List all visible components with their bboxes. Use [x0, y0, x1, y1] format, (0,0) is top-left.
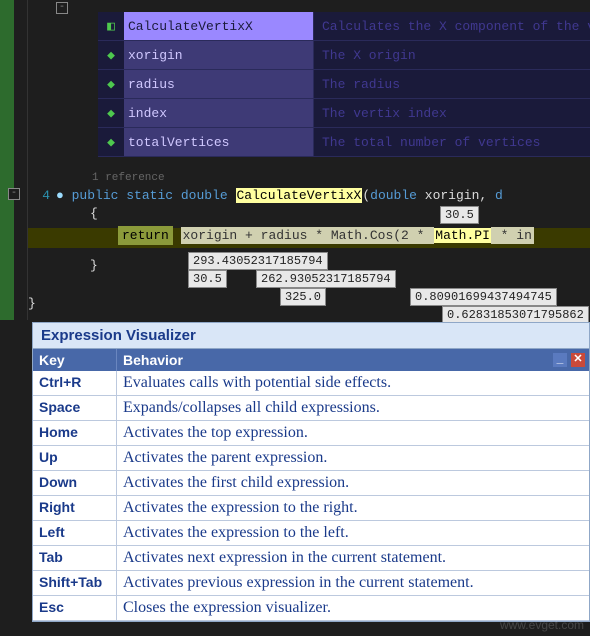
visualizer-title: Expression Visualizer: [33, 323, 589, 349]
line-number: 4: [30, 188, 50, 203]
debug-value-tooltip: 0.80901699437494745: [410, 288, 557, 306]
shortcut-key: Up: [33, 446, 117, 470]
codelens-references[interactable]: 1 reference: [92, 172, 165, 184]
shortcut-behavior: Activates the top expression.: [117, 421, 589, 445]
field-icon: ◆: [98, 77, 124, 92]
expression-visualizer-panel: Expression Visualizer Key Behavior _ ✕ C…: [32, 322, 590, 622]
visualizer-row: TabActivates next expression in the curr…: [33, 546, 589, 571]
close-brace: }: [90, 258, 98, 273]
intellisense-description: The total number of vertices: [314, 135, 590, 150]
shortcut-behavior: Activates the parent expression.: [117, 446, 589, 470]
shortcut-behavior: Activates the expression to the right.: [117, 496, 589, 520]
shortcut-behavior: Activates the first child expression.: [117, 471, 589, 495]
shortcut-key: Tab: [33, 546, 117, 570]
visualizer-row: UpActivates the parent expression.: [33, 446, 589, 471]
watermark-text: www.evget.com: [500, 618, 584, 632]
intellisense-label: radius: [124, 70, 314, 98]
intellisense-item[interactable]: ◧CalculateVertixXCalculates the X compon…: [98, 12, 590, 41]
visualizer-row: LeftActivates the expression to the left…: [33, 521, 589, 546]
fold-toggle-icon[interactable]: -: [56, 2, 68, 14]
field-icon: ◆: [98, 135, 124, 150]
visualizer-row: DownActivates the first child expression…: [33, 471, 589, 496]
debug-value-tooltip: 30.5: [440, 206, 479, 224]
debug-value-tooltip: 30.5: [188, 270, 227, 288]
intellisense-item[interactable]: ◆xoriginThe X origin: [98, 41, 590, 70]
method-icon: ◧: [98, 19, 124, 34]
intellisense-label: xorigin: [124, 41, 314, 69]
debug-value-tooltip: 325.0: [280, 288, 326, 306]
close-brace: }: [28, 296, 36, 311]
shortcut-key: Shift+Tab: [33, 571, 117, 595]
shortcut-key: Ctrl+R: [33, 371, 117, 395]
shortcut-behavior: Activates next expression in the current…: [117, 546, 589, 570]
intellisense-popup[interactable]: ◧CalculateVertixXCalculates the X compon…: [98, 12, 590, 157]
shortcut-behavior: Evaluates calls with potential side effe…: [117, 371, 589, 395]
open-brace: {: [90, 206, 98, 221]
shortcut-behavior: Closes the expression visualizer.: [117, 596, 589, 620]
code-editor[interactable]: - - ◧CalculateVertixXCalculates the X co…: [0, 0, 590, 320]
shortcut-key: Space: [33, 396, 117, 420]
debug-value-tooltip: 293.43052317185794: [188, 252, 328, 270]
intellisense-description: The vertix index: [314, 106, 590, 121]
minimize-icon[interactable]: _: [553, 353, 567, 367]
shortcut-key: Left: [33, 521, 117, 545]
shortcut-key: Down: [33, 471, 117, 495]
shortcut-key: Esc: [33, 596, 117, 620]
return-statement: return xorigin + radius * Math.Cos(2 * M…: [118, 228, 534, 243]
visualizer-row: Ctrl+REvaluates calls with potential sid…: [33, 371, 589, 396]
intellisense-description: The radius: [314, 77, 590, 92]
visualizer-header-row: Key Behavior _ ✕: [33, 349, 589, 371]
method-signature-line: ● public static double CalculateVertixX(…: [56, 188, 503, 203]
visualizer-row: RightActivates the expression to the rig…: [33, 496, 589, 521]
fold-toggle-icon[interactable]: -: [8, 188, 20, 200]
shortcut-key: Home: [33, 421, 117, 445]
intellisense-label: CalculateVertixX: [124, 12, 314, 40]
method-name: CalculateVertixX: [236, 188, 363, 203]
intellisense-description: Calculates the X component of the vert: [314, 19, 590, 34]
intellisense-label: totalVertices: [124, 128, 314, 156]
intellisense-item[interactable]: ◆totalVerticesThe total number of vertic…: [98, 128, 590, 157]
intellisense-item[interactable]: ◆indexThe vertix index: [98, 99, 590, 128]
debug-value-tooltip: 262.93052317185794: [256, 270, 396, 288]
shortcut-behavior: Activates previous expression in the cur…: [117, 571, 589, 595]
intellisense-description: The X origin: [314, 48, 590, 63]
column-header-key: Key: [33, 349, 117, 371]
visualizer-row: SpaceExpands/collapses all child express…: [33, 396, 589, 421]
intellisense-label: index: [124, 99, 314, 127]
change-margin: [0, 0, 14, 320]
field-icon: ◆: [98, 106, 124, 121]
intellisense-item[interactable]: ◆radiusThe radius: [98, 70, 590, 99]
outline-margin: [14, 0, 28, 320]
visualizer-row: Shift+TabActivates previous expression i…: [33, 571, 589, 596]
visualizer-row: HomeActivates the top expression.: [33, 421, 589, 446]
shortcut-behavior: Activates the expression to the left.: [117, 521, 589, 545]
field-icon: ◆: [98, 48, 124, 63]
close-icon[interactable]: ✕: [571, 353, 585, 367]
column-header-behavior: Behavior: [117, 349, 589, 371]
shortcut-behavior: Expands/collapses all child expressions.: [117, 396, 589, 420]
shortcut-key: Right: [33, 496, 117, 520]
